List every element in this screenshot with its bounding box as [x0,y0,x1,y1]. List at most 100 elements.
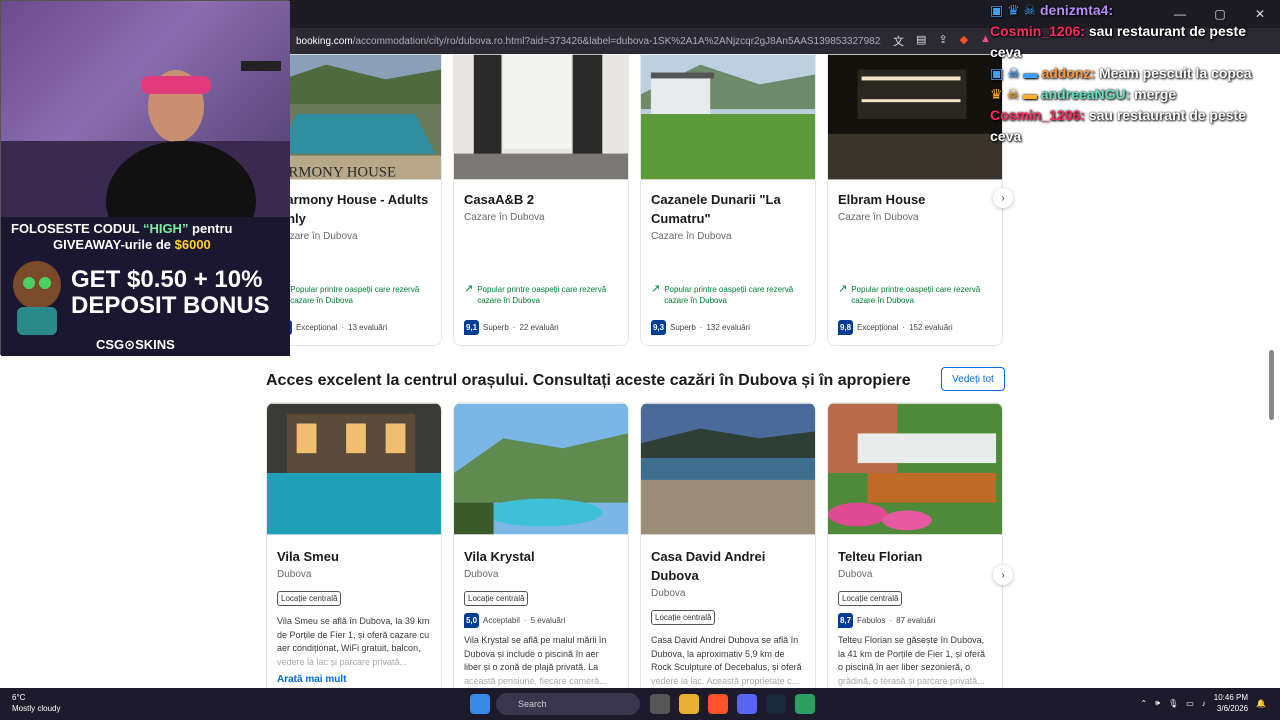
search-box[interactable]: Search [496,693,640,715]
property-name[interactable]: Elbram House [828,190,1002,209]
central-location-tag: Locație centrală [277,591,342,606]
chevron-up-icon[interactable]: ⌃ [1140,699,1147,708]
url-path: /accommodation/city/ro/dubova.ro.html?ai… [352,35,881,47]
score-badge: 9,1 [464,320,479,335]
promo-line-2: GIVEAWAY-urile de $6000 [53,237,211,252]
weather-text: Mostly cloudy [12,704,61,713]
search-label: Search [518,699,547,709]
property-photo[interactable] [828,403,1002,535]
chat-message: ▣ ♛ ☠ denizmta4: [990,2,1114,18]
clock-time: 10:46 PM [1213,693,1249,702]
popular-text: Popular printre oaspeții care rezervă ca… [851,285,981,305]
property-location: Dubova [464,569,499,580]
popular-text: Popular printre oaspeții care rezervă ca… [290,285,420,305]
popular-text: Popular printre oaspeții care rezervă ca… [664,285,794,305]
carousel-next-icon[interactable]: › [993,565,1013,585]
rating-word: Fabulos [857,616,886,625]
rating: 5,0 Acceptabil · 5 evaluări [454,613,628,628]
translate-icon[interactable]: 文 [893,33,904,49]
property-photo[interactable] [454,54,628,180]
steam-icon[interactable] [766,694,786,714]
brave-shield-icon[interactable]: ◆ [960,33,968,49]
clock[interactable]: 10:46 PM 3/6/2026 [1214,692,1248,714]
promo-line-1: FOLOSESTE CODUL “HIGH” pentru [11,221,233,236]
streamer-image [1,61,290,261]
start-icon[interactable] [470,694,490,714]
central-location-tag: Locație centrală [651,610,716,625]
speaker-icon[interactable]: ♪ [1202,699,1206,708]
rating-word: Excepțional [296,323,338,332]
property-name[interactable]: Cazanele Dunarii "La Cumatru" [641,190,815,228]
chat-message: Cosmin_1206: sau restaurant de peste cev… [990,107,1246,144]
property-name[interactable]: Harmony House - Adults Only [267,190,441,228]
property-photo[interactable] [828,54,1002,180]
bonus-text: GET $0.50 + 10% DEPOSIT BONUS [71,266,270,319]
section-heading: Acces excelent la centrul orașului. Cons… [266,372,911,389]
property-location: Dubova [277,569,312,580]
central-location-tag: Locație centrală [838,591,903,606]
promo-amount: $6000 [174,237,211,252]
mascot-icon [13,261,61,335]
popular-note: ↗Popular printre oaspeții care rezervă c… [277,284,437,306]
review-count: 152 evaluări [909,323,953,332]
globe-icon[interactable] [795,694,815,714]
property-description: Telteu Florian se găsește în Dubova, la … [838,635,986,672]
row-popular: HARMONY HOUSE Harmony House - Adults Onl… [266,54,1013,354]
popular-note: ↗Popular printre oaspeții care rezervă c… [838,284,998,306]
display-icon[interactable]: ▭ [1186,699,1194,708]
brave-icon[interactable] [708,694,728,714]
review-count: 132 evaluări [706,323,751,332]
property-card[interactable]: Telteu Florian Dubova Locație centrală 8… [827,402,1003,702]
address-tools: 文 ▤ ⇪ ◆ ▲ [893,33,991,49]
property-card[interactable]: Elbram House Cazare în Dubova ↗ Popular p… [827,54,1003,346]
discord-icon[interactable] [737,694,757,714]
reader-icon[interactable]: ▤ [916,33,926,49]
taskbar: 6°C Mostly cloudy Search ⌃ 🕪 🎙 ▭ ♪ 10:46 … [0,688,1280,720]
property-name[interactable]: Vila Smeu [267,547,441,566]
rating: 9,1 Superb · 22 evaluări [464,320,559,335]
volume-icon[interactable]: 🕪 [1155,698,1160,708]
clock-date: 3/6/2026 [1216,704,1249,713]
property-description: Vila Krystal se află pe malul mării în D… [464,635,607,672]
taskview-icon[interactable] [650,694,670,714]
property-description-fade: vedere la lac. Această proprietate c... [651,675,800,686]
rating: 8,7 Fabulos · 87 evaluări [828,613,1002,628]
url-domain: booking.com [296,35,353,47]
rating-word: Acceptabil [483,616,520,625]
rating-word: Superb [483,323,509,332]
popular-note: ↗Popular printre oaspeții care rezervă c… [464,284,624,306]
taskbar-apps [650,694,815,714]
property-name[interactable]: Vila Krystal [454,547,628,566]
property-photo[interactable] [641,54,815,180]
see-all-button[interactable]: Vedeți tot [941,367,1005,391]
chat-message: ▣ ☠ ▬ addonz: Meam pescuit la copca [990,65,1252,81]
show-more-link[interactable]: Arată mai mult [267,674,441,685]
property-name[interactable]: Casa David Andrei Dubova [641,547,815,585]
file-explorer-icon[interactable] [679,694,699,714]
scrollbar-thumb[interactable] [1269,350,1274,420]
central-location-tag: Locație centrală [464,591,529,606]
notification-icon[interactable]: 🔔 [1256,699,1266,708]
property-card[interactable]: CasaA&B 2 Cazare în Dubova ↗ Popular prin… [453,54,629,346]
property-card[interactable]: Vila Smeu Dubova Locație centrală Vila S… [266,402,442,702]
trend-icon: ↗ [651,283,661,295]
share-icon[interactable]: ⇪ [938,33,947,49]
rating: 9,3 Superb · 132 evaluări [651,320,750,335]
weather-widget[interactable]: 6°C Mostly cloudy [12,692,60,714]
property-card[interactable]: Vila Krystal Dubova Locație centrală 5,0… [453,402,629,702]
property-card[interactable]: Cazanele Dunarii "La Cumatru" Cazare în … [640,54,816,346]
property-photo[interactable]: HARMONY HOUSE [267,54,441,180]
review-count: 13 evaluări [348,323,388,332]
property-card[interactable]: Casa David Andrei Dubova Dubova Locație … [640,402,816,702]
property-photo[interactable] [454,403,628,535]
review-count: 5 evaluări [530,616,566,625]
property-photo[interactable] [641,403,815,535]
property-photo[interactable] [267,403,441,535]
property-name[interactable]: CasaA&B 2 [454,190,628,209]
rating: 9,8 Excepțional · 152 evaluări [838,320,953,335]
property-description: Vila Smeu se află în Dubova, la 39 km de… [277,616,430,653]
microphone-icon[interactable]: 🎙 [1168,699,1178,708]
property-card[interactable]: HARMONY HOUSE Harmony House - Adults Onl… [266,54,442,346]
property-name[interactable]: Telteu Florian [828,547,1002,566]
url-text[interactable]: booking.com/accommodation/city/ro/dubova… [296,36,881,47]
